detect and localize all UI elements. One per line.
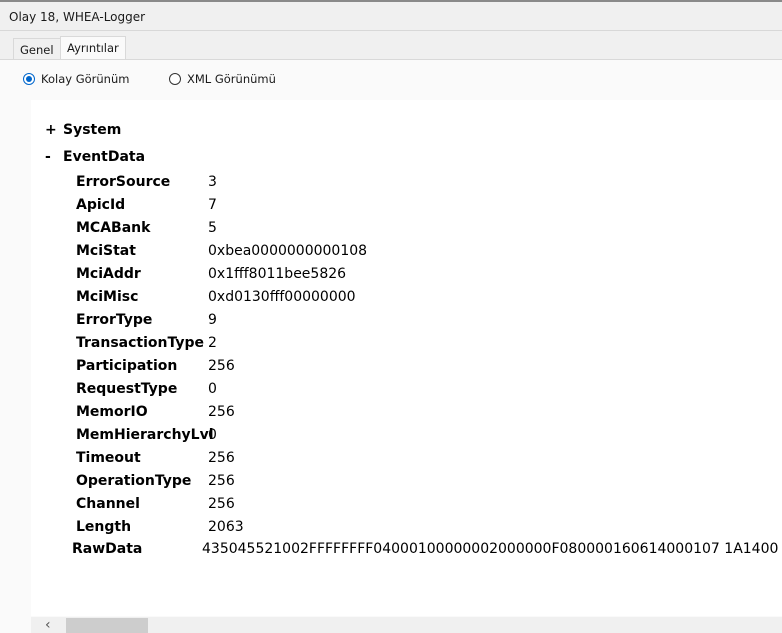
field-value: 0xbea0000000000108 xyxy=(208,243,368,259)
radio-selected-icon[interactable] xyxy=(23,73,35,85)
field-name: Length xyxy=(76,519,132,535)
field-value: 256 xyxy=(208,358,235,374)
field-value: 2 xyxy=(208,335,217,351)
horizontal-scrollbar[interactable]: ‹ xyxy=(31,617,782,633)
field-value: 7 xyxy=(208,197,217,213)
collapse-icon[interactable]: - xyxy=(45,149,63,165)
field-name: RequestType xyxy=(76,381,178,397)
radio-unselected-icon[interactable] xyxy=(169,73,181,85)
field-value: 0x1fff8011bee5826 xyxy=(208,266,347,282)
field-name: TransactionType xyxy=(76,335,205,351)
scrollbar-thumb[interactable] xyxy=(66,618,148,633)
window-title: Olay 18, WHEA-Logger xyxy=(9,10,146,24)
xml-view-label: XML Görünümü xyxy=(187,72,276,86)
field-name: MemorIO xyxy=(76,404,148,420)
field-value: 0 xyxy=(208,381,217,397)
field-name: OperationType xyxy=(76,473,192,489)
field-value: 256 xyxy=(208,450,235,466)
field-name: MciAddr xyxy=(76,266,141,282)
field-value: 3 xyxy=(208,174,217,190)
field-name: ApicId xyxy=(76,197,126,213)
field-value: 256 xyxy=(208,473,235,489)
field-name: ErrorType xyxy=(76,312,153,328)
tab-strip: Genel Ayrıntılar xyxy=(0,36,782,61)
field-value: 9 xyxy=(208,312,217,328)
friendly-view-option[interactable]: Kolay Görünüm xyxy=(23,71,129,87)
tree-node-label: System xyxy=(63,122,122,138)
field-value: 0 xyxy=(208,427,217,443)
tree-node-label: EventData xyxy=(63,149,146,165)
tree-node-eventdata[interactable]: - EventData xyxy=(45,149,145,165)
field-name: MciStat xyxy=(76,243,136,259)
field-name: MciMisc xyxy=(76,289,139,305)
field-value: 256 xyxy=(208,496,235,512)
field-value: 256 xyxy=(208,404,235,420)
tab-details[interactable]: Ayrıntılar xyxy=(60,36,126,61)
field-name: RawData xyxy=(72,541,143,557)
friendly-view-label: Kolay Görünüm xyxy=(41,72,130,86)
field-name: Participation xyxy=(76,358,178,374)
tab-general[interactable]: Genel xyxy=(13,38,61,59)
window-titlebar: Olay 18, WHEA-Logger xyxy=(0,0,782,31)
field-name: Channel xyxy=(76,496,140,512)
tree-node-system[interactable]: + System xyxy=(45,122,121,138)
field-value: 435045521002FFFFFFFF04000100000002000000… xyxy=(202,541,779,557)
field-value: 5 xyxy=(208,220,217,236)
field-name: MCABank xyxy=(76,220,151,236)
details-panel: Kolay Görünüm XML Görünümü + System - Even… xyxy=(0,60,782,633)
field-value: 0xd0130fff00000000 xyxy=(208,289,356,305)
field-value: 2063 xyxy=(208,519,244,535)
scroll-left-icon[interactable]: ‹ xyxy=(45,617,51,633)
field-name: ErrorSource xyxy=(76,174,171,190)
field-name: MemHierarchyLvl xyxy=(76,427,214,443)
xml-view-option[interactable]: XML Görünümü xyxy=(169,71,276,87)
field-name: Timeout xyxy=(76,450,141,466)
expand-icon[interactable]: + xyxy=(45,122,63,138)
event-details-view: + System - EventData ErrorSource 3 ApicId 7 MC… xyxy=(31,100,782,616)
